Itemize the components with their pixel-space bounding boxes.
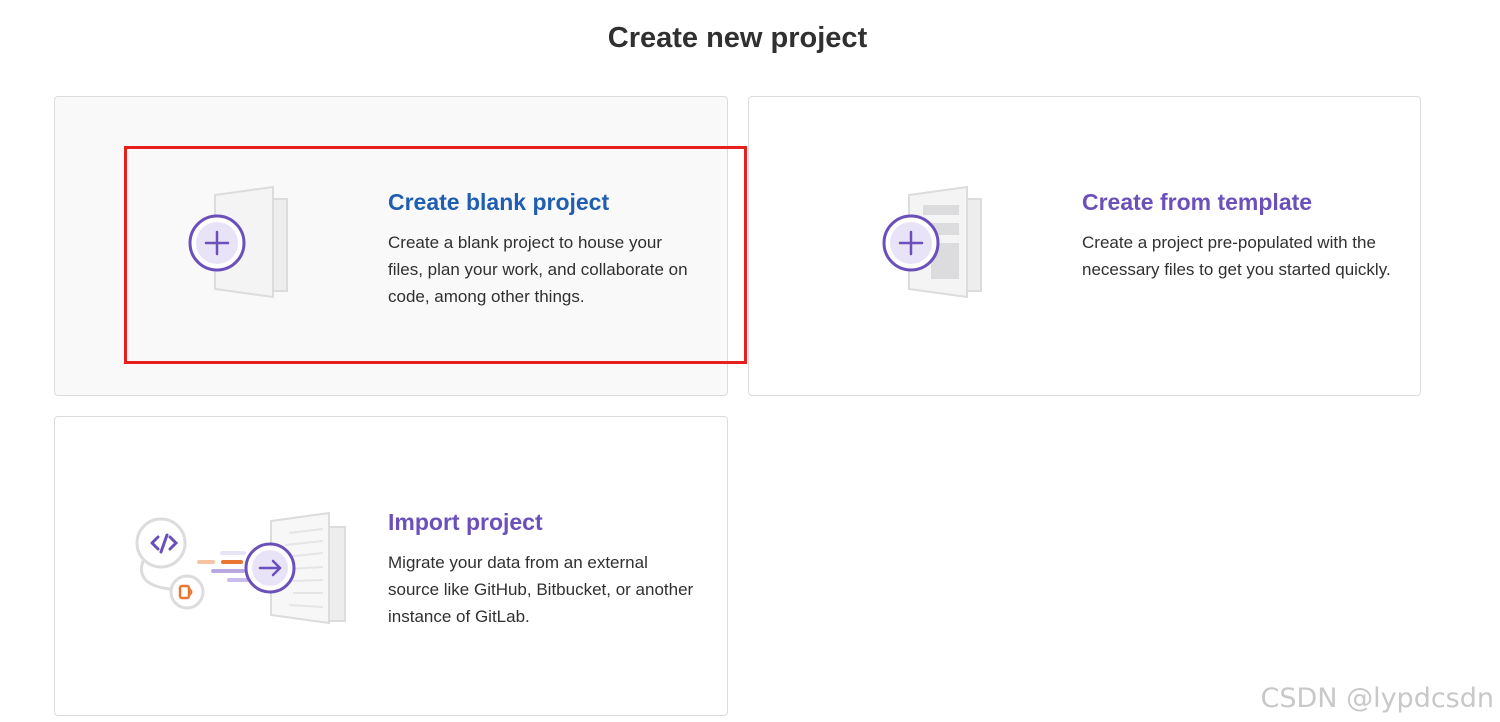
template-project-illustration [819, 185, 1059, 305]
plus-circle-icon [188, 185, 288, 299]
card-description: Migrate your data from an external sourc… [388, 553, 694, 626]
plus-circle-icon [882, 185, 982, 299]
card-text: Import project Migrate your data from an… [388, 507, 698, 630]
page: Create new project Create blank project … [0, 0, 1500, 722]
card-description: Create a project pre-populated with the … [1082, 233, 1391, 279]
bitbucket-icon [169, 574, 205, 610]
card-title[interactable]: Create from template [1082, 187, 1392, 217]
card-title[interactable]: Import project [388, 507, 698, 537]
import-illustration-svg [135, 511, 346, 625]
card-text: Create blank project Create a blank proj… [388, 187, 698, 310]
card-description: Create a blank project to house your fil… [388, 233, 688, 306]
watermark: CSDN @lypdcsdn [1260, 683, 1494, 714]
blank-project-illustration [125, 185, 365, 305]
import-project-card[interactable]: Import project Migrate your data from an… [54, 416, 728, 716]
card-title[interactable]: Create blank project [388, 187, 698, 217]
page-title: Create new project [607, 22, 868, 54]
card-text: Create from template Create a project pr… [1082, 187, 1392, 283]
create-blank-project-card[interactable]: Create blank project Create a blank proj… [54, 96, 728, 396]
import-project-illustration [125, 505, 365, 625]
create-from-template-card[interactable]: Create from template Create a project pr… [748, 96, 1421, 396]
